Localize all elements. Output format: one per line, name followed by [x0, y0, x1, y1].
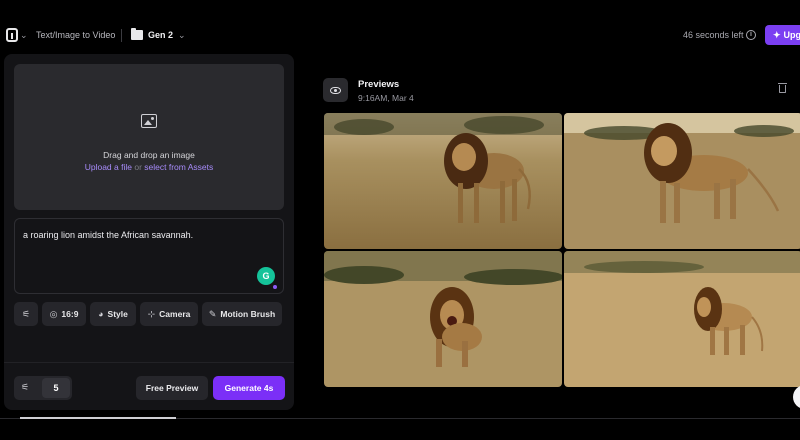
aspect-ratio-label: 16:9: [61, 309, 79, 319]
chevron-down-icon[interactable]: ⌄: [178, 30, 186, 41]
lion-image: [324, 251, 562, 387]
preview-thumbnail[interactable]: [564, 113, 800, 249]
folder-icon: [131, 28, 143, 40]
lion-image: [564, 113, 800, 249]
status-dot: [273, 285, 277, 289]
image-dropzone[interactable]: Drag and drop an image Upload a file or …: [14, 64, 284, 210]
chevron-down-icon: ⌄: [20, 29, 28, 40]
sparkle-icon: ✦: [773, 29, 781, 40]
lion-image: [324, 113, 562, 249]
preview-thumbnail[interactable]: [324, 251, 562, 387]
or-text: or: [134, 162, 142, 172]
brush-icon: ✎: [208, 308, 217, 319]
output-count-control[interactable]: ⚟ 5: [14, 376, 72, 400]
model-selector[interactable]: Gen 2: [148, 30, 173, 40]
app-logo-menu[interactable]: ⌄: [6, 28, 28, 42]
style-button[interactable]: ◕ Style: [90, 302, 136, 326]
upgrade-button[interactable]: ✦ Upg: [765, 25, 800, 45]
prompt-textarea[interactable]: a roaring lion amidst the African savann…: [14, 218, 284, 294]
info-icon[interactable]: i: [746, 30, 756, 40]
image-add-icon: [141, 114, 157, 128]
generation-panel: Drag and drop an image Upload a file or …: [4, 54, 294, 410]
motion-brush-button[interactable]: ✎ Motion Brush: [202, 302, 282, 326]
scrollbar[interactable]: [20, 417, 176, 419]
eye-icon: [330, 86, 341, 94]
lion-image: [564, 251, 800, 387]
previews-title: Previews: [358, 79, 400, 90]
camera-button[interactable]: ⊹ Camera: [140, 302, 198, 326]
free-preview-button[interactable]: Free Preview: [136, 376, 208, 400]
prompt-text[interactable]: a roaring lion amidst the African savann…: [23, 230, 193, 240]
toggle-preview-button[interactable]: [323, 78, 348, 102]
sliders-icon: ⚟: [21, 308, 31, 319]
aspect-ratio-icon: ◎: [49, 308, 58, 319]
divider: [121, 29, 122, 42]
palette-icon: ◕: [98, 309, 104, 319]
camera-label: Camera: [159, 309, 191, 319]
grammarly-icon[interactable]: G: [257, 267, 275, 285]
aspect-ratio-button[interactable]: ◎ 16:9: [42, 302, 86, 326]
time-remaining: 46 seconds left: [683, 30, 744, 40]
previews-timestamp: 9:16AM, Mar 4: [358, 93, 414, 103]
mode-breadcrumb[interactable]: Text/Image to Video: [36, 30, 115, 40]
settings-button[interactable]: ⚟: [14, 302, 38, 326]
dropzone-title: Drag and drop an image: [103, 150, 195, 160]
dropzone-links: Upload a file or select from Assets: [14, 162, 284, 172]
preview-thumbnail[interactable]: [324, 113, 562, 249]
preview-thumbnail[interactable]: [564, 251, 800, 387]
top-bar: ⌄ Text/Image to Video Gen 2 ⌄ 46 seconds…: [0, 0, 800, 52]
trash-icon[interactable]: [778, 83, 787, 93]
divider: [4, 362, 294, 363]
sliders-icon: ⚟: [21, 382, 30, 392]
output-count-value[interactable]: 5: [42, 378, 70, 398]
motion-brush-label: Motion Brush: [220, 309, 276, 319]
generate-button[interactable]: Generate 4s: [213, 376, 285, 400]
runway-logo-icon: [6, 28, 18, 42]
camera-icon: ⊹: [147, 308, 156, 319]
style-label: Style: [107, 309, 128, 319]
upgrade-label: Upg: [783, 30, 800, 40]
help-button[interactable]: [793, 385, 800, 409]
select-assets-link[interactable]: select from Assets: [144, 162, 213, 172]
upload-file-link[interactable]: Upload a file: [85, 162, 132, 172]
